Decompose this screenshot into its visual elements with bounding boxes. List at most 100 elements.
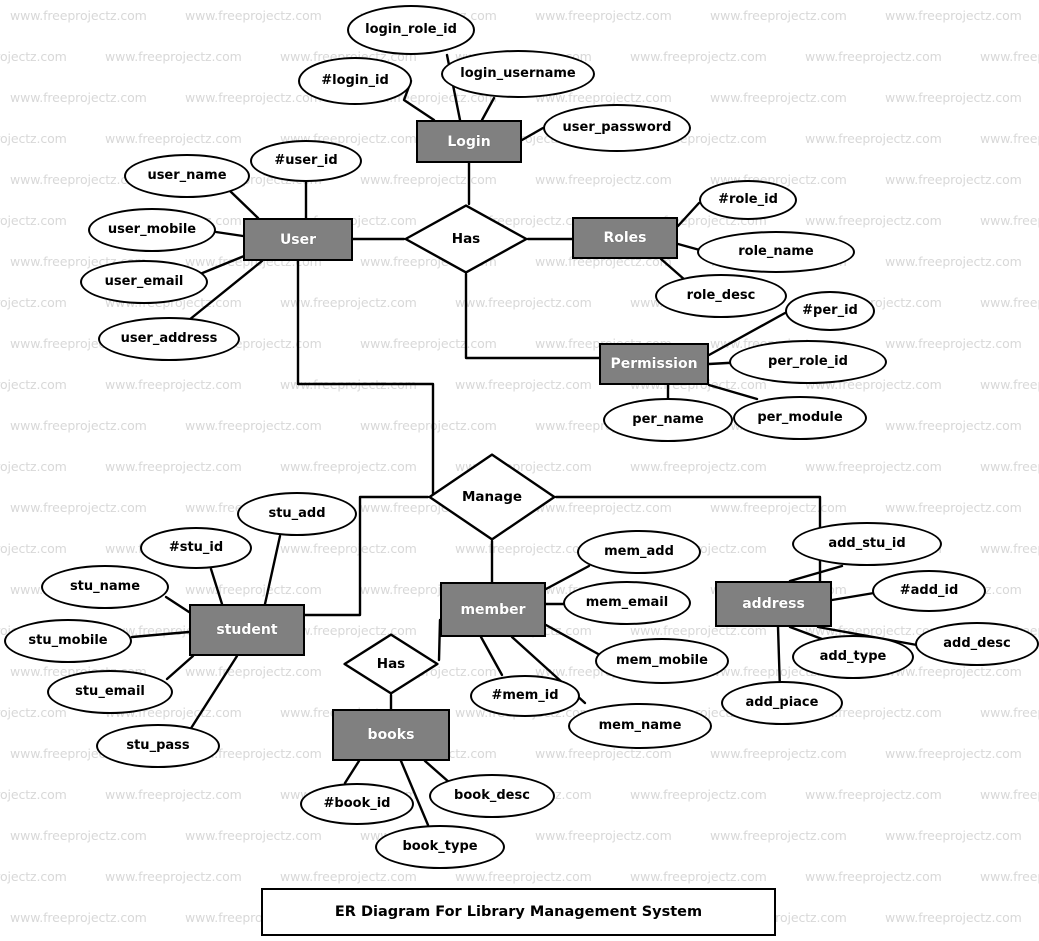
entity-permission[interactable]: Permission <box>599 343 709 385</box>
attribute-label: add_type <box>819 649 887 665</box>
attribute-per_role_id[interactable]: per_role_id <box>729 340 887 384</box>
attribute-add_type[interactable]: add_type <box>792 635 914 679</box>
attribute-role_desc[interactable]: role_desc <box>655 274 787 318</box>
attribute-mem_add[interactable]: mem_add <box>577 530 701 574</box>
attribute-label: mem_name <box>598 718 682 734</box>
attribute-user_name[interactable]: user_name <box>124 154 250 198</box>
diagram-title: ER Diagram For Library Management System <box>334 904 703 920</box>
watermark-text: www.freeprojectz.com <box>710 500 847 515</box>
attribute-user_email[interactable]: user_email <box>80 260 208 304</box>
attribute-label: per_name <box>632 412 704 428</box>
attribute-label: stu_name <box>69 579 141 595</box>
attribute-stu_email[interactable]: stu_email <box>47 670 173 714</box>
watermark-text: www.freeprojectz.com <box>980 213 1039 228</box>
entity-login[interactable]: Login <box>416 120 522 163</box>
connector-line <box>263 534 282 606</box>
attribute-per_id[interactable]: #per_id <box>785 291 875 331</box>
attribute-login_role_id[interactable]: login_role_id <box>347 5 475 55</box>
watermark-text: www.freeprojectz.com <box>10 828 147 843</box>
attribute-label: #stu_id <box>168 540 224 556</box>
attribute-label: mem_email <box>585 595 669 611</box>
attribute-mem_id[interactable]: #mem_id <box>470 675 580 717</box>
watermark-text: www.freeprojectz.com <box>710 8 847 23</box>
watermark-text: www.freeprojectz.com <box>805 869 942 884</box>
attribute-add_stu_id[interactable]: add_stu_id <box>792 522 942 566</box>
watermark-text: www.freeprojectz.com <box>0 459 67 474</box>
attribute-user_password[interactable]: user_password <box>543 104 691 152</box>
attribute-label: user_address <box>120 331 218 347</box>
attribute-label: #login_id <box>321 73 389 89</box>
relationship-has-user-roles[interactable]: Has <box>404 204 528 274</box>
attribute-label: per_role_id <box>768 354 848 370</box>
watermark-text: www.freeprojectz.com <box>0 869 67 884</box>
watermark-text: www.freeprojectz.com <box>630 869 767 884</box>
attribute-role_name[interactable]: role_name <box>697 231 855 273</box>
attribute-per_name[interactable]: per_name <box>603 398 733 442</box>
attribute-user_address[interactable]: user_address <box>98 317 240 361</box>
attribute-add_desc[interactable]: add_desc <box>915 622 1039 666</box>
attribute-label: per_module <box>757 410 843 426</box>
watermark-text: www.freeprojectz.com <box>630 459 767 474</box>
attribute-stu_name[interactable]: stu_name <box>41 565 169 609</box>
attribute-label: add_stu_id <box>828 536 906 552</box>
watermark-text: www.freeprojectz.com <box>10 8 147 23</box>
connector-line <box>788 564 844 583</box>
entity-label: Login <box>447 133 491 150</box>
attribute-stu_pass[interactable]: stu_pass <box>96 724 220 768</box>
watermark-text: www.freeprojectz.com <box>360 172 497 187</box>
watermark-text: www.freeprojectz.com <box>805 459 942 474</box>
attribute-user_mobile[interactable]: user_mobile <box>88 208 216 252</box>
attribute-login_id[interactable]: #login_id <box>298 57 412 105</box>
entity-user[interactable]: User <box>243 218 353 261</box>
watermark-text: www.freeprojectz.com <box>630 49 767 64</box>
attribute-label: #add_id <box>899 583 959 599</box>
connector-line <box>707 383 759 401</box>
connector-line <box>544 564 591 591</box>
connector-line <box>214 230 245 238</box>
attribute-login_username[interactable]: login_username <box>441 50 595 98</box>
relationship-manage[interactable]: Manage <box>428 453 556 541</box>
attribute-stu_mobile[interactable]: stu_mobile <box>4 619 132 663</box>
attribute-label: user_password <box>562 120 672 136</box>
watermark-text: www.freeprojectz.com <box>710 90 847 105</box>
attribute-user_id[interactable]: #user_id <box>250 140 362 182</box>
attribute-add_id[interactable]: #add_id <box>872 570 986 612</box>
watermark-text: www.freeprojectz.com <box>280 541 417 556</box>
attribute-per_module[interactable]: per_module <box>733 396 867 440</box>
entity-member[interactable]: member <box>440 582 546 637</box>
attribute-label: user_name <box>147 168 227 184</box>
attribute-book_desc[interactable]: book_desc <box>429 774 555 818</box>
watermark-text: www.freeprojectz.com <box>535 172 672 187</box>
watermark-text: www.freeprojectz.com <box>0 705 67 720</box>
watermark-text: www.freeprojectz.com <box>805 49 942 64</box>
attribute-book_type[interactable]: book_type <box>375 825 505 869</box>
er-diagram-canvas: www.freeprojectz.com www.freeprojectz.com… <box>0 0 1039 941</box>
watermark-text: www.freeprojectz.com <box>0 131 67 146</box>
connector-line <box>520 126 545 142</box>
attribute-stu_add[interactable]: stu_add <box>237 492 357 536</box>
attribute-book_id[interactable]: #book_id <box>300 783 414 825</box>
watermark-text: www.freeprojectz.com <box>185 8 322 23</box>
attribute-mem_name[interactable]: mem_name <box>568 703 712 749</box>
attribute-mem_email[interactable]: mem_email <box>563 581 691 625</box>
entity-label: student <box>216 622 278 638</box>
watermark-text: www.freeprojectz.com <box>885 8 1022 23</box>
relationship-has-member-books[interactable]: Has <box>343 633 439 695</box>
attribute-label: login_role_id <box>365 22 457 38</box>
watermark-text: www.freeprojectz.com <box>280 459 417 474</box>
watermark-text: www.freeprojectz.com <box>885 500 1022 515</box>
entity-roles[interactable]: Roles <box>572 217 678 259</box>
watermark-text: www.freeprojectz.com <box>885 254 1022 269</box>
connector-line <box>165 654 195 681</box>
attribute-label: #role_id <box>718 192 778 208</box>
connector-line <box>788 625 824 641</box>
entity-address[interactable]: address <box>715 581 832 627</box>
watermark-text: www.freeprojectz.com <box>105 787 242 802</box>
attribute-role_id[interactable]: #role_id <box>699 180 797 220</box>
entity-student[interactable]: student <box>189 604 305 656</box>
attribute-stu_id[interactable]: #stu_id <box>140 527 252 569</box>
attribute-add_piace[interactable]: add_piace <box>721 681 843 725</box>
attribute-mem_mobile[interactable]: mem_mobile <box>595 638 729 684</box>
entity-books[interactable]: books <box>332 709 450 761</box>
attribute-label: stu_add <box>268 506 326 522</box>
